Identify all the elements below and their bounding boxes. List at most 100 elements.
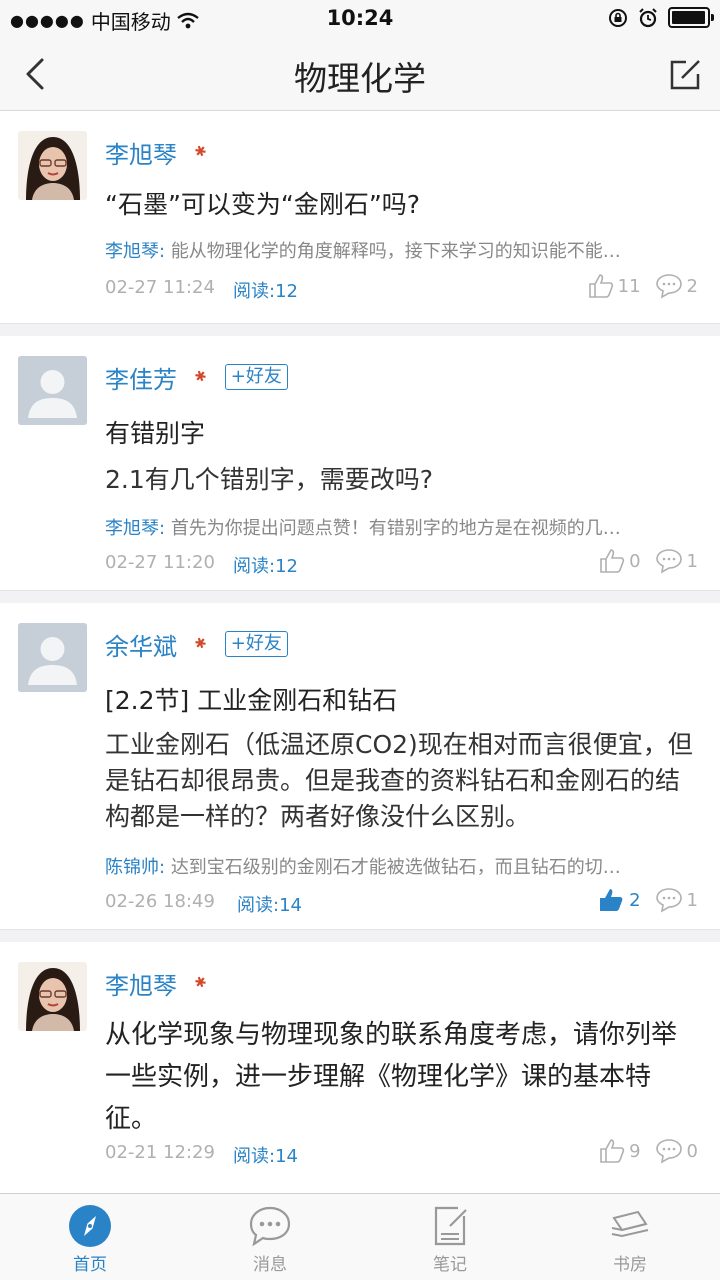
- nav-bar: 物理化学: [0, 38, 720, 111]
- author-row: 李旭琴 ✱: [105, 966, 210, 1001]
- status-bar: ●●●●● 中国移动 10:24: [0, 0, 720, 38]
- post-title[interactable]: 有错别字: [105, 414, 205, 450]
- add-friend-button[interactable]: +好友: [224, 364, 288, 390]
- avatar[interactable]: [18, 131, 87, 200]
- avatar[interactable]: [18, 623, 87, 692]
- latest-reply: 李旭琴: 能从物理化学的角度解释吗，接下来学习的知识能不能…: [105, 237, 660, 263]
- comment-button[interactable]: 1: [655, 887, 698, 913]
- post-title[interactable]: [2.2节] 工业金刚石和钻石: [105, 681, 397, 717]
- read-count: 阅读:14: [233, 1146, 298, 1167]
- tab-home[interactable]: 首页: [0, 1194, 180, 1280]
- comment-button[interactable]: 0: [655, 1138, 698, 1164]
- post-card[interactable]: 李旭琴 ✱ “石墨”可以变为“金刚石”吗? 李旭琴: 能从物理化学的角度解释吗，…: [0, 111, 720, 324]
- post-meta: 02-27 11:20 阅读:12 0 1: [105, 548, 698, 578]
- add-friend-button[interactable]: +好友: [224, 631, 288, 657]
- comment-button[interactable]: 2: [655, 273, 698, 299]
- post-card[interactable]: 李佳芳 ✱ +好友 有错别字 2.1有几个错别字，需要改吗? 李旭琴: 首先为你…: [0, 336, 720, 591]
- thumbs-up-icon: [600, 549, 625, 573]
- avatar-photo-icon: [18, 131, 87, 200]
- compose-icon[interactable]: [666, 54, 706, 94]
- read-count: 阅读:14: [237, 895, 302, 916]
- reply-text: 达到宝石级别的金刚石才能被选做钻石，而且钻石的切…: [170, 857, 621, 878]
- reply-author[interactable]: 李旭琴:: [105, 241, 165, 262]
- author-row: 李旭琴 ✱: [105, 135, 210, 170]
- post-card[interactable]: 余华斌 ✱ +好友 [2.2节] 工业金刚石和钻石 工业金刚石（低温还原CO2)…: [0, 603, 720, 930]
- read-count: 阅读:12: [233, 556, 298, 577]
- note-icon: [434, 1206, 467, 1246]
- author-name[interactable]: 李旭琴: [105, 135, 177, 170]
- alarm-icon: [639, 7, 657, 27]
- compass-icon: [69, 1205, 111, 1247]
- like-count: 11: [617, 275, 641, 297]
- tab-label: 消息: [253, 1255, 287, 1275]
- reply-author[interactable]: 李旭琴:: [105, 518, 165, 539]
- like-button[interactable]: 0: [599, 548, 641, 574]
- tab-notes[interactable]: 笔记: [360, 1194, 540, 1280]
- teacher-badge-icon: ✱: [192, 367, 210, 387]
- post-title[interactable]: “石墨”可以变为“金刚石”吗?: [105, 185, 420, 221]
- avatar[interactable]: [18, 356, 87, 425]
- post-actions: 11 2: [588, 273, 698, 299]
- battery-icon: [668, 7, 714, 28]
- post-actions: 2 1: [597, 887, 698, 913]
- like-button[interactable]: 11: [588, 273, 641, 299]
- author-name[interactable]: 余华斌: [105, 627, 177, 662]
- post-time: 02-21 12:29: [105, 1142, 215, 1163]
- thumbs-up-icon: [588, 274, 613, 298]
- teacher-badge-icon: ✱: [192, 973, 210, 993]
- comment-count: 0: [686, 1140, 698, 1162]
- post-time: 02-26 18:49: [105, 891, 215, 912]
- post-actions: 9 0: [599, 1138, 698, 1164]
- comment-bubble-icon: [655, 274, 682, 299]
- author-row: 余华斌 ✱ +好友: [105, 627, 288, 661]
- comment-button[interactable]: 1: [655, 548, 698, 574]
- reply-text: 能从物理化学的角度解释吗，接下来学习的知识能不能…: [170, 241, 621, 262]
- avatar-photo-icon: [18, 962, 87, 1031]
- tab-messages[interactable]: 消息: [180, 1194, 360, 1280]
- tab-label: 书房: [613, 1255, 647, 1275]
- post-body[interactable]: 从化学现象与物理现象的联系角度考虑，请你列举一些实例，进一步理解《物理化学》课的…: [105, 1014, 698, 1140]
- comment-count: 1: [686, 889, 698, 911]
- post-meta: 02-26 18:49 阅读:14 2 1: [105, 887, 698, 917]
- post-feed: 李旭琴 ✱ “石墨”可以变为“金刚石”吗? 李旭琴: 能从物理化学的角度解释吗，…: [0, 111, 720, 1197]
- tab-label: 笔记: [433, 1255, 467, 1275]
- tab-library[interactable]: 书房: [540, 1194, 720, 1280]
- post-divider: [0, 591, 720, 603]
- post-body[interactable]: 2.1有几个错别字，需要改吗?: [105, 462, 698, 498]
- thumbs-up-filled-icon: [600, 889, 623, 911]
- comment-count: 2: [686, 275, 698, 297]
- post-time: 02-27 11:20: [105, 552, 215, 573]
- avatar[interactable]: [18, 962, 87, 1031]
- post-meta: 02-27 11:24 阅读:12 11 2: [105, 273, 698, 303]
- comment-bubble-icon: [655, 1139, 682, 1164]
- post-actions: 0 1: [599, 548, 698, 574]
- teacher-badge-icon: ✱: [192, 142, 210, 162]
- post-meta: 02-21 12:29 阅读:14 9 0: [105, 1138, 698, 1168]
- author-name[interactable]: 李旭琴: [105, 966, 177, 1001]
- like-button[interactable]: 9: [599, 1138, 641, 1164]
- teacher-badge-icon: ✱: [192, 634, 210, 654]
- like-button[interactable]: 2: [597, 887, 641, 913]
- post-divider: [0, 324, 720, 336]
- default-avatar-icon: [18, 356, 87, 425]
- post-divider: [0, 930, 720, 942]
- comment-bubble-icon: [655, 888, 682, 913]
- latest-reply: 陈锦帅: 达到宝石级别的金刚石才能被选做钻石，而且钻石的切…: [105, 853, 660, 879]
- like-count: 0: [629, 550, 641, 572]
- comment-count: 1: [686, 550, 698, 572]
- books-icon: [611, 1210, 649, 1238]
- like-count: 9: [629, 1140, 641, 1162]
- post-card[interactable]: 李旭琴 ✱ 从化学现象与物理现象的联系角度考虑，请你列举一些实例，进一步理解《物…: [0, 942, 720, 1197]
- bottom-tab-bar: 首页 消息 笔记 书房: [0, 1193, 720, 1280]
- default-avatar-icon: [18, 623, 87, 692]
- latest-reply: 李旭琴: 首先为你提出问题点赞！有错别字的地方是在视频的几…: [105, 514, 660, 540]
- status-right: [608, 7, 714, 28]
- comment-bubble-icon: [655, 549, 682, 574]
- tab-label: 首页: [73, 1255, 107, 1275]
- post-body[interactable]: 工业金刚石（低温还原CO2)现在相对而言很便宜，但是钻石却很昂贵。但是我查的资料…: [105, 727, 698, 835]
- author-name[interactable]: 李佳芳: [105, 360, 177, 395]
- reply-author[interactable]: 陈锦帅:: [105, 857, 165, 878]
- author-row: 李佳芳 ✱ +好友: [105, 360, 288, 394]
- read-count: 阅读:12: [233, 281, 298, 302]
- thumbs-up-icon: [600, 1139, 625, 1163]
